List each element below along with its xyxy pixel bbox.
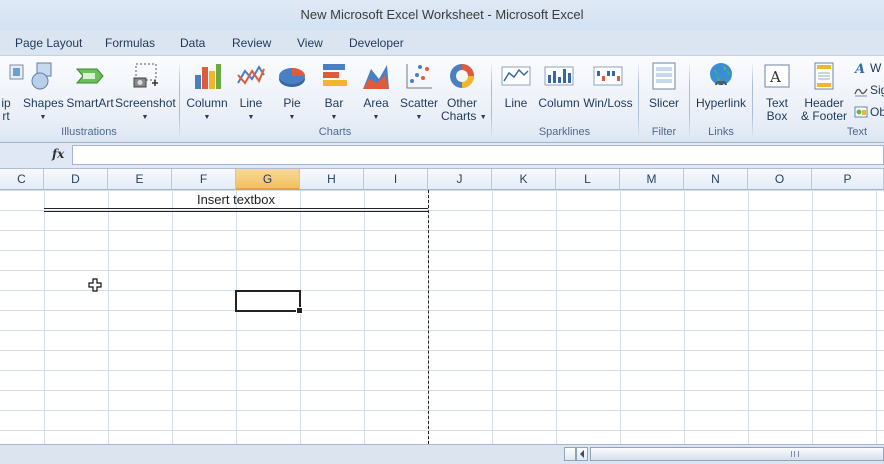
cell-cursor-icon <box>88 278 102 292</box>
screenshot-icon <box>130 61 160 91</box>
grip-icon <box>791 451 799 457</box>
signature-line-button[interactable]: Sig <box>854 83 884 97</box>
header-footer-icon <box>809 61 839 91</box>
double-bottom-border <box>44 208 428 212</box>
column-header[interactable]: L <box>556 169 620 190</box>
text-box-icon: A <box>762 61 792 91</box>
chevron-down-icon: ▼ <box>372 114 380 121</box>
column-header[interactable]: J <box>428 169 492 190</box>
page-break-line <box>428 190 429 444</box>
cell-grid[interactable] <box>0 190 884 444</box>
scatter-chart-icon <box>404 61 434 91</box>
tab-review[interactable]: Review <box>232 36 271 50</box>
column-header[interactable]: H <box>300 169 364 190</box>
tab-formulas[interactable]: Formulas <box>105 36 155 50</box>
scroll-left-button[interactable] <box>576 447 588 461</box>
column-header[interactable]: E <box>108 169 172 190</box>
chevron-down-icon: ▼ <box>39 114 47 121</box>
doughnut-chart-icon <box>447 61 477 91</box>
group-label-illustrations: Illustrations <box>61 126 117 138</box>
chevron-left-icon <box>580 450 584 458</box>
group-label-charts: Charts <box>318 126 352 138</box>
clip-art-icon <box>2 61 24 91</box>
slicer-icon <box>649 61 679 91</box>
formula-input[interactable] <box>72 145 884 165</box>
sparkline-column-icon <box>544 61 574 91</box>
ribbon-insert: ip rt Shapes ▼ SmartArt Screenshot ▼ Illust… <box>0 55 884 192</box>
column-header[interactable]: O <box>748 169 812 190</box>
signature-icon <box>854 83 868 97</box>
tab-view[interactable]: View <box>297 36 323 50</box>
object-icon <box>854 105 868 119</box>
window-title: New Microsoft Excel Worksheet - Microsof… <box>0 0 884 30</box>
column-header-selected[interactable]: G <box>236 169 300 190</box>
tab-developer[interactable]: Developer <box>349 36 404 50</box>
area-chart-icon <box>361 61 391 91</box>
globe-link-icon <box>706 61 736 91</box>
column-chart-icon <box>192 61 222 91</box>
column-header[interactable]: D <box>44 169 108 190</box>
scroll-thumb[interactable] <box>590 447 884 461</box>
chevron-down-icon: ▼ <box>203 114 211 121</box>
chevron-down-icon: ▼ <box>479 114 487 121</box>
bar-chart-icon <box>319 61 349 91</box>
wordart-button[interactable]: AW <box>853 61 881 77</box>
formula-bar: fx <box>0 143 884 169</box>
column-header[interactable]: F <box>172 169 236 190</box>
chevron-down-icon: ▼ <box>247 114 255 121</box>
ribbon-tabs: Page Layout Formulas Data Review View De… <box>0 30 884 55</box>
scroll-split-handle[interactable] <box>564 447 576 461</box>
horizontal-scrollbar[interactable] <box>0 444 884 464</box>
svg-text:A: A <box>854 62 865 75</box>
group-label-text: Text <box>846 126 868 138</box>
wordart-icon: A <box>853 61 868 77</box>
textbox-header-label: Insert textbox <box>196 192 276 207</box>
column-header[interactable]: K <box>492 169 556 190</box>
object-button[interactable]: Ob <box>854 105 884 119</box>
column-header[interactable]: M <box>620 169 684 190</box>
column-header[interactable]: I <box>364 169 428 190</box>
active-cell-selection[interactable] <box>235 290 303 314</box>
tab-page-layout[interactable]: Page Layout <box>15 36 82 50</box>
group-label-filter: Filter <box>651 126 677 138</box>
sparkline-winloss-icon <box>593 61 623 91</box>
chevron-down-icon: ▼ <box>288 114 296 121</box>
smartart-icon <box>75 61 105 91</box>
column-header[interactable]: C <box>0 169 44 190</box>
chevron-down-icon: ▼ <box>415 114 423 121</box>
column-header[interactable]: N <box>684 169 748 190</box>
insert-function-icon[interactable]: fx <box>52 147 64 161</box>
chevron-down-icon: ▼ <box>330 114 338 121</box>
sparkline-line-icon <box>501 61 531 91</box>
column-header[interactable]: P <box>812 169 884 190</box>
group-label-links: Links <box>708 126 734 138</box>
pie-chart-icon <box>277 61 307 91</box>
svg-text:A: A <box>769 68 781 86</box>
chevron-down-icon: ▼ <box>141 114 149 121</box>
line-chart-icon <box>236 61 266 91</box>
shapes-icon <box>28 61 58 91</box>
group-label-sparklines: Sparklines <box>538 126 591 138</box>
column-headers: C D E F G H I J K L M N O P <box>0 169 884 190</box>
tab-data[interactable]: Data <box>180 36 205 50</box>
